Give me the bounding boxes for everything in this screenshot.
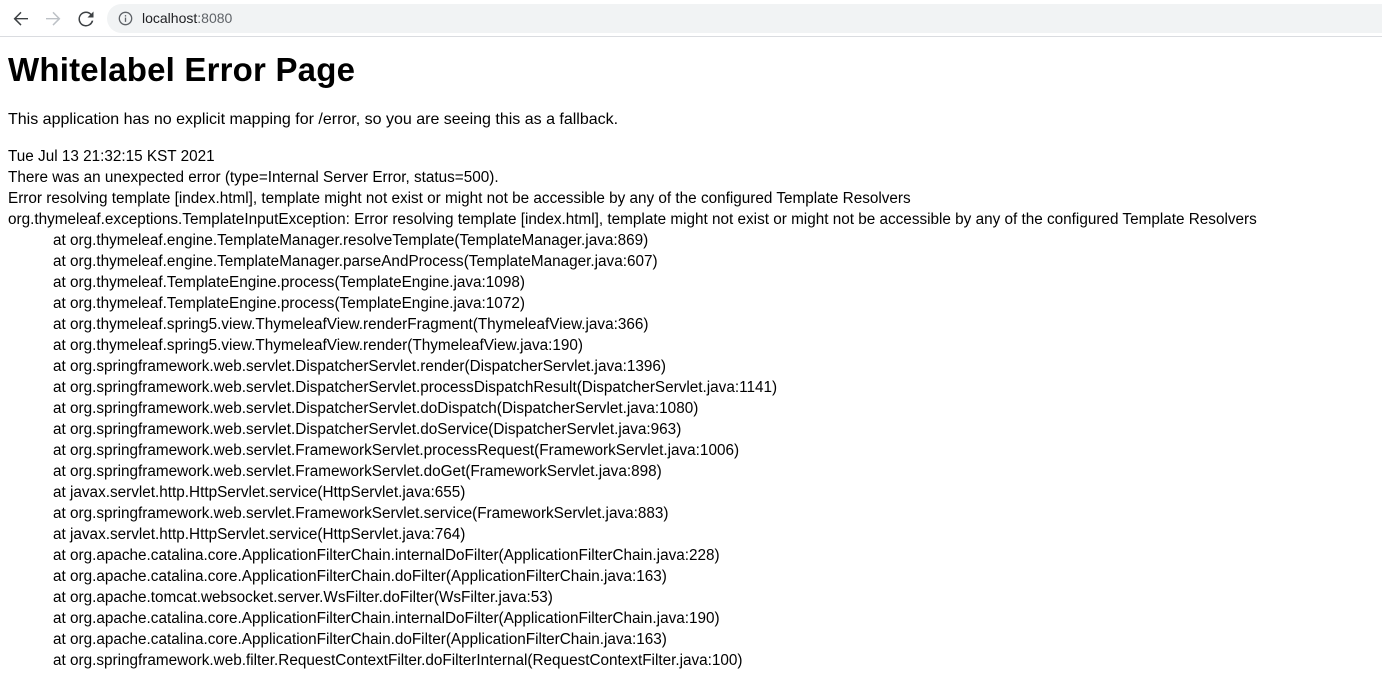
stack-trace-line: at org.springframework.web.servlet.Dispa… [53, 379, 778, 396]
stack-trace-line: at org.springframework.web.servlet.Frame… [53, 442, 740, 459]
stack-trace-line: at org.springframework.web.servlet.Frame… [53, 505, 669, 522]
stack-trace-line: at org.thymeleaf.TemplateEngine.process(… [53, 295, 525, 312]
stack-trace-line: at org.springframework.web.servlet.Frame… [53, 463, 662, 480]
arrow-left-icon [13, 11, 28, 26]
stack-trace: at org.thymeleaf.engine.TemplateManager.… [8, 230, 1378, 671]
stack-trace-line: at org.springframework.web.servlet.Dispa… [53, 421, 682, 438]
url-text[interactable]: localhost:8080 [142, 10, 232, 27]
stack-trace-line: at org.thymeleaf.spring5.view.ThymeleafV… [53, 316, 649, 333]
stack-trace-line: at org.apache.catalina.core.ApplicationF… [53, 610, 720, 627]
stack-trace-line: at javax.servlet.http.HttpServlet.servic… [53, 526, 466, 543]
error-message: Error resolving template [index.html], t… [8, 190, 911, 207]
fallback-message: This application has no explicit mapping… [8, 111, 619, 128]
forward-button[interactable] [41, 7, 65, 31]
page-title: Whitelabel Error Page [8, 51, 356, 88]
stack-trace-line: at org.apache.tomcat.websocket.server.Ws… [53, 589, 553, 606]
reload-button[interactable] [74, 7, 98, 31]
stack-trace-line: at org.springframework.web.filter.Reques… [53, 652, 743, 669]
arrow-right-icon [46, 11, 61, 26]
stack-trace-line: at org.apache.catalina.core.ApplicationF… [53, 568, 667, 585]
address-bar[interactable]: localhost:8080 [107, 4, 1382, 33]
stack-trace-line: at org.apache.catalina.core.ApplicationF… [53, 631, 667, 648]
reload-icon [78, 11, 94, 27]
url-port: :8080 [197, 10, 233, 26]
stack-trace-line: at org.thymeleaf.TemplateEngine.process(… [53, 274, 525, 291]
stack-trace-line: at org.springframework.web.servlet.Dispa… [53, 358, 666, 375]
info-icon[interactable] [118, 11, 133, 26]
stack-trace-line: at org.apache.catalina.core.ApplicationF… [53, 547, 720, 564]
browser-toolbar: localhost:8080 [0, 0, 1382, 37]
stack-trace-line: at javax.servlet.http.HttpServlet.servic… [53, 484, 466, 501]
page-content: Whitelabel Error Page This application h… [8, 37, 1378, 671]
stack-trace-line: at org.thymeleaf.spring5.view.ThymeleafV… [53, 337, 583, 354]
error-summary: There was an unexpected error (type=Inte… [8, 169, 499, 186]
stack-trace-line: at org.springframework.web.servlet.Dispa… [53, 400, 699, 417]
stack-trace-line: at org.thymeleaf.engine.TemplateManager.… [53, 232, 649, 249]
error-timestamp: Tue Jul 13 21:32:15 KST 2021 [8, 148, 215, 165]
stack-trace-line: at org.thymeleaf.engine.TemplateManager.… [53, 253, 658, 270]
back-button[interactable] [9, 7, 33, 31]
exception-line: org.thymeleaf.exceptions.TemplateInputEx… [8, 211, 1257, 228]
url-host: localhost [142, 10, 198, 26]
error-details: Tue Jul 13 21:32:15 KST 2021 There was a… [8, 146, 1378, 671]
